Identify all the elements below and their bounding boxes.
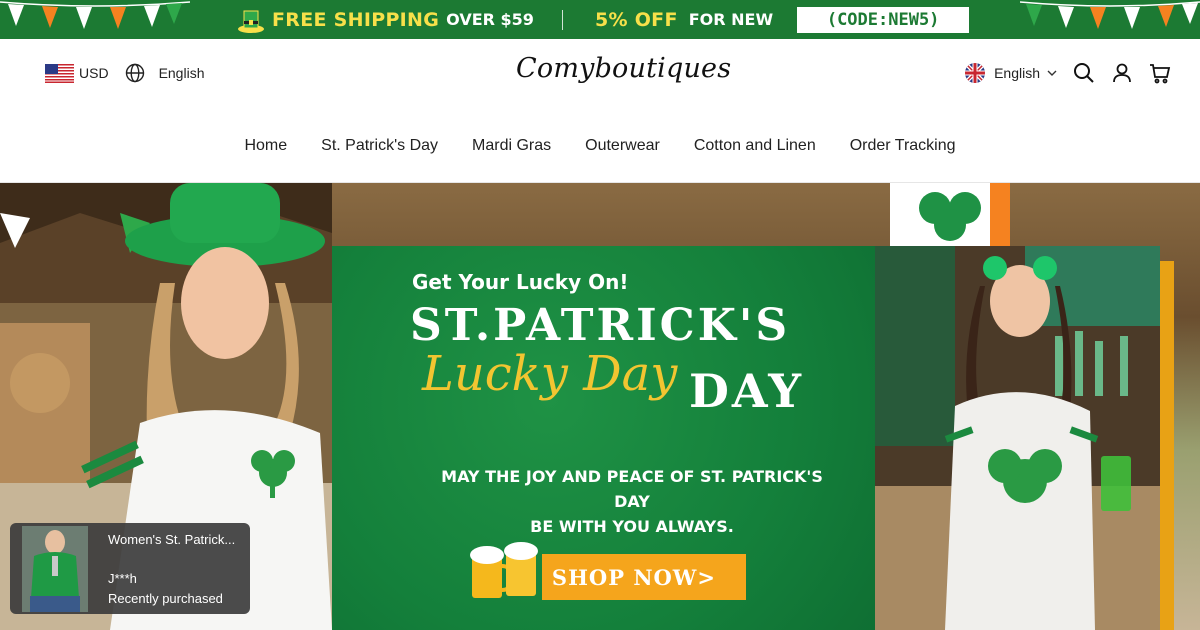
promo-free-shipping: FREE SHIPPING: [272, 8, 440, 31]
promo-discount: 5% OFF: [594, 8, 678, 31]
promo-code: (CODE:NEW5): [797, 6, 970, 33]
site-header: USD English Comyboutiques English Home S…: [0, 39, 1200, 183]
hero-right-frame: [1160, 261, 1174, 630]
nav-order-tracking[interactable]: Order Tracking: [850, 137, 956, 155]
promo-threshold: OVER $59: [446, 10, 534, 29]
nav-st-patricks-day[interactable]: St. Patrick's Day: [321, 137, 438, 155]
leprechaun-hat-icon: [238, 10, 264, 33]
cart-icon[interactable]: [1148, 61, 1172, 85]
language-selector-left[interactable]: English: [159, 65, 205, 81]
search-icon[interactable]: [1072, 61, 1096, 85]
main-nav: Home St. Patrick's Day Mardi Gras Outerw…: [0, 137, 1200, 155]
hero-photo-right: [875, 246, 1160, 630]
hero-day: DAY: [689, 364, 805, 418]
header-actions: English: [965, 61, 1172, 85]
hero-blurb: MAY THE JOY AND PEACE OF ST. PATRICK'S D…: [432, 464, 832, 539]
clover-banner-decoration: [890, 183, 1010, 246]
chevron-down-icon[interactable]: [1046, 67, 1058, 79]
toast-status: Recently purchased: [108, 591, 223, 606]
hero-blurb-line2: BE WITH YOU ALWAYS.: [530, 517, 734, 536]
globe-icon[interactable]: [125, 63, 145, 83]
nav-mardi-gras[interactable]: Mardi Gras: [472, 137, 551, 155]
uk-flag-icon[interactable]: [965, 63, 986, 83]
hero-tagline: Get Your Lucky On!: [412, 270, 629, 294]
bunting-left-decoration: [0, 1, 190, 29]
beer-mugs-icon: [470, 542, 538, 598]
promo-bar[interactable]: FREE SHIPPING OVER $59 5% OFF FOR NEW (C…: [0, 0, 1200, 39]
site-logo[interactable]: Comyboutiques: [516, 53, 731, 84]
hero-promo-panel: Get Your Lucky On! ST.PATRICK'S Lucky Da…: [332, 246, 875, 630]
product-thumbnail: [22, 526, 88, 612]
hero-blurb-line1: MAY THE JOY AND PEACE OF ST. PATRICK'S D…: [441, 467, 823, 511]
toast-buyer: J***h: [108, 571, 137, 586]
toast-product-name: Women's St. Patrick...: [108, 532, 236, 547]
user-icon[interactable]: [1110, 61, 1134, 85]
nav-home[interactable]: Home: [244, 137, 287, 155]
hero-title: ST.PATRICK'S: [410, 300, 791, 351]
us-flag-icon[interactable]: [45, 63, 74, 83]
currency-selector[interactable]: USD: [79, 65, 109, 81]
promo-discount-sub: FOR NEW: [688, 10, 774, 29]
language-selector-right[interactable]: English: [994, 65, 1040, 81]
nav-outerwear[interactable]: Outerwear: [585, 137, 660, 155]
nav-cotton-linen[interactable]: Cotton and Linen: [694, 137, 816, 155]
bunting-right-decoration: [1020, 1, 1200, 29]
shop-now-button[interactable]: SHOP NOW>: [542, 554, 746, 600]
hero-script-text: Lucky Day: [422, 346, 678, 402]
promo-divider: [561, 9, 563, 30]
recent-purchase-toast[interactable]: Women's St. Patrick... J***h Recently pu…: [10, 523, 250, 614]
locale-selectors: USD English: [45, 63, 204, 83]
